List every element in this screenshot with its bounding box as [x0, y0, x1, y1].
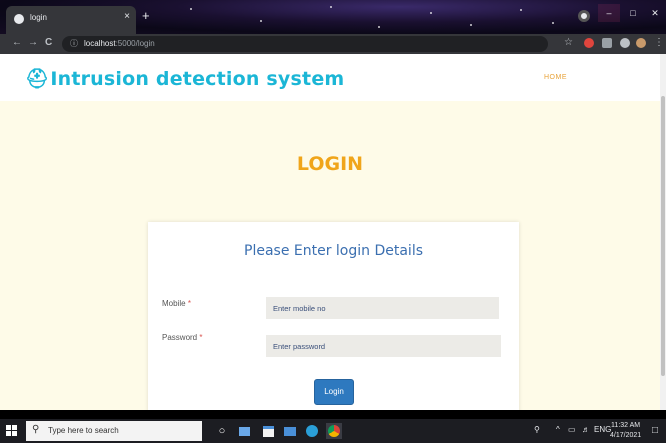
- store-icon[interactable]: [260, 423, 276, 439]
- required-mark: *: [199, 333, 203, 342]
- show-hidden-icons[interactable]: ^: [556, 425, 560, 434]
- cortana-icon[interactable]: ○: [214, 423, 230, 439]
- password-label: Password *: [162, 333, 202, 342]
- back-icon[interactable]: ←: [12, 37, 22, 48]
- page-scrollbar[interactable]: [660, 54, 666, 410]
- puzzle-extension-icon[interactable]: [620, 38, 630, 48]
- language-indicator[interactable]: ENG: [594, 425, 611, 434]
- password-input[interactable]: [266, 335, 501, 357]
- password-label-text: Password: [162, 333, 198, 342]
- browser-tabstrip: login × + – □ ✕: [0, 0, 666, 34]
- taskbar-search-placeholder: Type here to search: [48, 426, 119, 435]
- user-avatar-icon[interactable]: [636, 38, 646, 48]
- close-window-button[interactable]: ✕: [644, 4, 666, 22]
- edge-icon[interactable]: [304, 423, 320, 439]
- reload-icon[interactable]: C: [45, 37, 52, 48]
- chrome-icon[interactable]: [326, 423, 342, 439]
- windows-taskbar: ⚲ Type here to search ○ ⚲ ^ ▭ ♬ ENG 11:3…: [0, 419, 666, 443]
- maximize-button[interactable]: □: [622, 4, 644, 22]
- browser-menu-icon[interactable]: ⋮: [654, 37, 664, 48]
- globe-icon: [14, 14, 24, 24]
- minimize-button[interactable]: –: [598, 4, 620, 22]
- brand-text: Intrusion detection system: [50, 68, 345, 90]
- address-url[interactable]: localhost:5000/login: [84, 39, 155, 48]
- scrollbar-thumb[interactable]: [661, 96, 665, 376]
- browser-tab-login[interactable]: login ×: [6, 6, 136, 34]
- login-form-card: Please Enter login Details Mobile * Pass…: [148, 222, 519, 410]
- windows-start-icon[interactable]: [6, 425, 18, 437]
- volume-icon[interactable]: ♬: [582, 425, 590, 434]
- notification-icon[interactable]: □: [652, 425, 658, 436]
- address-bar[interactable]: ⓘ localhost:5000/login: [62, 36, 548, 52]
- profile-icon[interactable]: [578, 10, 590, 22]
- stethoscope-icon: ⛑: [25, 68, 50, 90]
- mobile-input[interactable]: [266, 297, 499, 319]
- clock-time: 11:32 AM: [611, 422, 641, 429]
- mobile-label: Mobile *: [162, 299, 191, 308]
- nav-home-link[interactable]: HOME: [544, 74, 567, 81]
- site-brand[interactable]: ⛑Intrusion detection system: [25, 67, 344, 90]
- tab-title: login: [30, 13, 47, 22]
- task-view-icon[interactable]: [236, 423, 252, 439]
- mail-icon[interactable]: [282, 423, 298, 439]
- network-icon[interactable]: ▭: [568, 425, 576, 434]
- clock-date: 4/17/2021: [610, 432, 642, 439]
- url-host: localhost: [84, 39, 116, 48]
- url-path: :5000/login: [115, 39, 155, 48]
- tab-close-icon[interactable]: ×: [124, 11, 130, 22]
- adblock-extension-icon[interactable]: [584, 38, 594, 48]
- form-title: Please Enter login Details: [244, 243, 423, 259]
- browser-toolbar: ← → C ⓘ localhost:5000/login ☆ ⋮: [0, 34, 666, 54]
- info-icon[interactable]: ⓘ: [70, 38, 78, 49]
- web-page: ⛑Intrusion detection system HOME LOGIN P…: [0, 54, 660, 410]
- mobile-label-text: Mobile: [162, 299, 186, 308]
- people-icon[interactable]: ⚲: [534, 425, 540, 434]
- forward-icon[interactable]: →: [28, 37, 38, 48]
- site-navbar: ⛑Intrusion detection system HOME: [0, 54, 660, 101]
- taskbar-search[interactable]: ⚲ Type here to search: [26, 421, 202, 441]
- page-title: LOGIN: [296, 153, 364, 175]
- new-tab-button[interactable]: +: [142, 9, 150, 22]
- search-icon: ⚲: [32, 424, 40, 435]
- required-mark: *: [187, 299, 191, 308]
- taskbar-clock[interactable]: 11:32 AM 4/17/2021: [610, 421, 641, 441]
- extension-icon[interactable]: [602, 38, 612, 48]
- bookmark-star-icon[interactable]: ☆: [564, 37, 573, 48]
- login-button[interactable]: Login: [314, 379, 354, 405]
